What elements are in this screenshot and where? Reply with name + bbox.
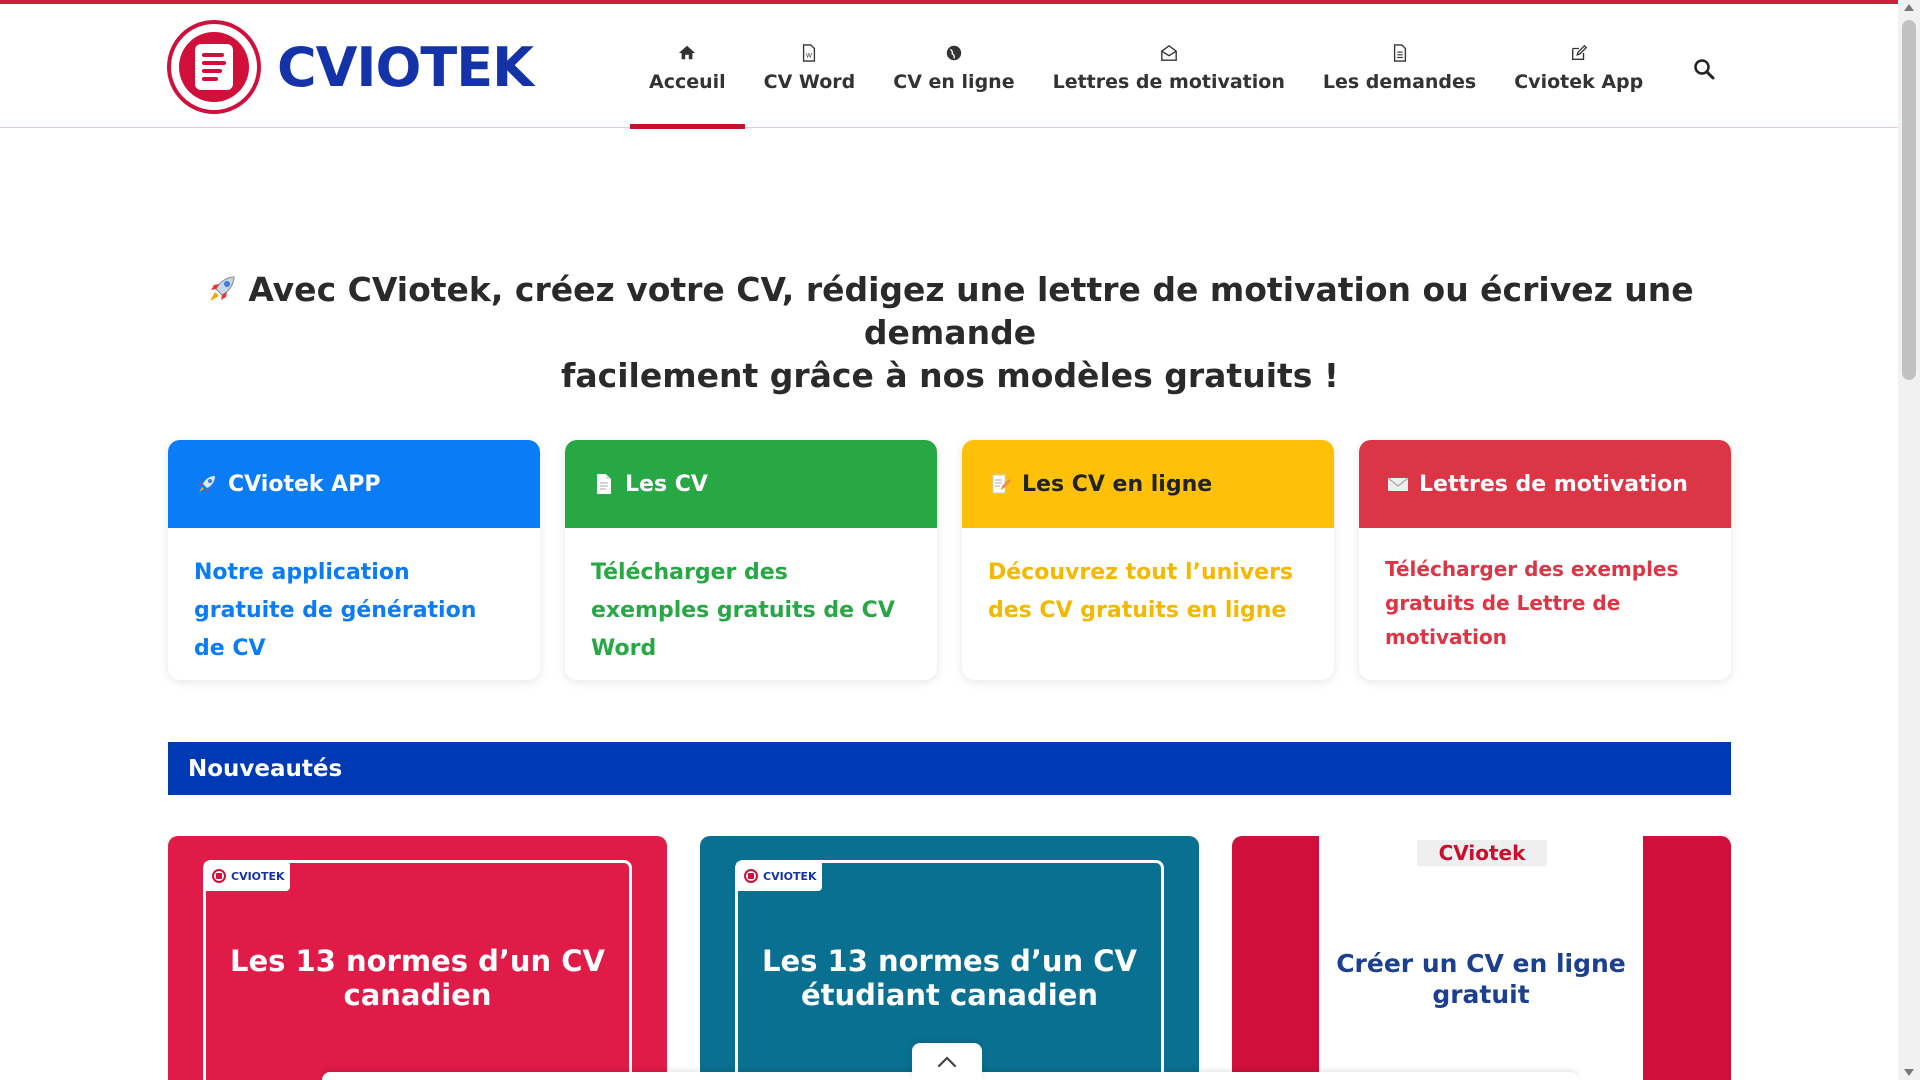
nav-label: Acceuil <box>649 71 726 93</box>
logo-icon <box>212 869 226 883</box>
badge-text: CVIOTEK <box>763 869 817 883</box>
card-text: Télécharger des exemples gratuits de Let… <box>1385 557 1679 649</box>
hero-heading: Avec CViotek, créez votre CV, rédigez un… <box>150 268 1750 397</box>
post-badge: CVIOTEK <box>204 861 290 891</box>
promo-side-band <box>1643 836 1731 1080</box>
envelope-open-icon <box>1160 44 1177 61</box>
card-lettres-de-motivation[interactable]: Lettres de motivation Télécharger des ex… <box>1359 440 1731 680</box>
card-les-cv-en-ligne[interactable]: Les CV en ligne Découvrez tout l’univers… <box>962 440 1334 680</box>
card-title: Lettres de motivation <box>1419 471 1688 497</box>
card-header: Les CV en ligne <box>962 440 1334 528</box>
logo-text: CVIOTEK <box>277 35 534 99</box>
nav-item-cv-word[interactable]: W CV Word <box>745 8 875 128</box>
nav-item-les-demandes[interactable]: Les demandes <box>1304 8 1495 128</box>
chevron-up-icon <box>937 1055 957 1067</box>
post-badge: CVIOTEK <box>736 861 822 891</box>
search-icon[interactable] <box>1693 58 1715 80</box>
nav-item-cv-en-ligne[interactable]: CV en ligne <box>874 8 1033 128</box>
nav-item-lettres-de-motivation[interactable]: Lettres de motivation <box>1034 8 1304 128</box>
nav-label: CV en ligne <box>893 71 1015 93</box>
logo-icon <box>744 869 758 883</box>
site-header: CVIOTEK Acceuil W CV Word CV en ligne Le… <box>0 4 1898 129</box>
back-to-top-button[interactable] <box>912 1043 982 1080</box>
category-cards: CViotek APP Notre application gratuite d… <box>168 440 1731 680</box>
rocket-icon <box>199 476 215 492</box>
promo-side-band <box>1232 836 1319 1080</box>
nav-label: Les demandes <box>1322 71 1477 93</box>
nav-label: Cviotek App <box>1514 71 1644 93</box>
page-scrollbar[interactable] <box>1898 0 1920 1080</box>
post-title: Les 13 normes d’un CV canadien <box>230 944 605 1012</box>
card-text: Notre application gratuite de génération… <box>194 560 477 661</box>
nav-label: Lettres de motivation <box>1052 71 1285 93</box>
nav-label: CV Word <box>763 71 856 93</box>
hero-line-2: facilement grâce à nos modèles gratuits … <box>561 356 1339 395</box>
envelope-icon <box>1387 477 1409 491</box>
globe-icon <box>946 45 962 61</box>
card-header: Les CV <box>565 440 937 528</box>
post-title: Les 13 normes d’un CV étudiant canadien <box>762 944 1137 1012</box>
card-header: CViotek APP <box>168 440 540 528</box>
edit-icon <box>1571 44 1587 60</box>
nav-item-accueil[interactable]: Acceuil <box>630 8 745 129</box>
memo-icon <box>992 474 1011 494</box>
card-cviotek-app[interactable]: CViotek APP Notre application gratuite d… <box>168 440 540 680</box>
card-title: Les CV <box>625 471 708 497</box>
card-header: Lettres de motivation <box>1359 440 1731 528</box>
site-logo[interactable]: CVIOTEK <box>167 20 534 114</box>
scroll-down-arrow-icon[interactable] <box>1904 1069 1914 1076</box>
news-section-heading: Nouveautés <box>168 742 1731 795</box>
scroll-up-arrow-icon[interactable] <box>1904 4 1914 11</box>
card-les-cv[interactable]: Les CV Télécharger des exemples gratuits… <box>565 440 937 680</box>
promo-tag: CViotek <box>1417 840 1547 866</box>
logo-icon <box>167 20 261 114</box>
hero-line-1: Avec CViotek, créez votre CV, rédigez un… <box>248 270 1694 352</box>
card-title: Les CV en ligne <box>1022 471 1213 497</box>
document-icon <box>1393 44 1406 62</box>
card-text: Découvrez tout l’univers des CV gratuits… <box>988 560 1294 623</box>
main-nav: Acceuil W CV Word CV en ligne Lettres de… <box>630 8 1662 129</box>
news-post-card[interactable]: CViotek Créer un CV en ligne gratuit <box>1232 836 1731 1080</box>
scrollbar-thumb[interactable] <box>1902 20 1916 380</box>
news-post-card[interactable]: CVIOTEK Les 13 normes d’un CV canadien <box>168 836 667 1080</box>
word-file-icon: W <box>803 44 816 62</box>
post-title: Créer un CV en ligne gratuit <box>1336 949 1626 1009</box>
card-text: Télécharger des exemples gratuits de CV … <box>591 560 895 661</box>
badge-text: CVIOTEK <box>231 869 285 883</box>
rocket-icon <box>210 276 235 301</box>
page-icon <box>597 474 611 494</box>
svg-text:W: W <box>806 53 813 60</box>
home-icon <box>679 45 696 60</box>
nav-item-cviotek-app[interactable]: Cviotek App <box>1495 8 1662 128</box>
card-title: CViotek APP <box>228 471 381 497</box>
